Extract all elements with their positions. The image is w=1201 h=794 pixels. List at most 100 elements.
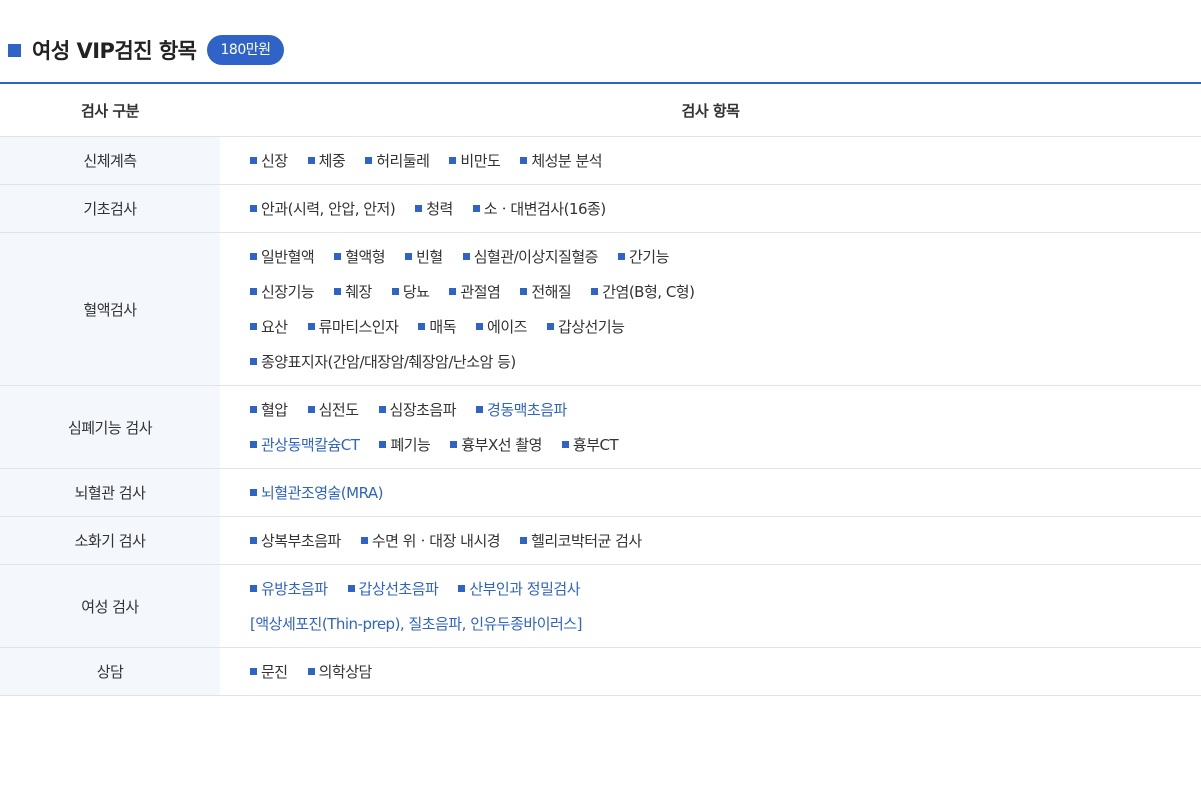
square-bullet-icon — [546, 323, 554, 330]
item-line: 요산 류마티스인자 매독 에이즈 갑상선기능 — [250, 309, 1201, 344]
items-cell: 일반혈액 혈액형 빈혈 심혈관/이상지질혈증 간기능 신장기능 췌장 당뇨 관절염 전해질 간염(B… — [220, 232, 1201, 386]
exam-item-label: 헬리코박터균 검사 — [531, 532, 642, 550]
exam-item: 에이즈 — [476, 316, 527, 337]
title-square-icon — [8, 43, 21, 57]
square-bullet-icon — [591, 288, 599, 295]
exam-item-label: 체성분 분석 — [531, 152, 603, 170]
exam-item: 신장기능 — [250, 281, 315, 302]
exam-item: 유방초음파 — [250, 578, 328, 599]
category-column-header: 검사 구분 — [0, 83, 220, 137]
exam-item: 종양표지자(간암/대장암/췌장암/난소암 등) — [250, 351, 516, 372]
exam-item: 간염(B형, C형) — [591, 281, 695, 302]
exam-item-label: 신장기능 — [261, 283, 315, 301]
item-line: 상복부초음파 수면 위ㆍ대장 내시경 헬리코박터균 검사 — [250, 523, 1201, 558]
exam-item: 의학상담 — [307, 661, 372, 682]
items-cell: 혈압 심전도 심장초음파 경동맥초음파 관상동맥칼슘CT 폐기능 흉부X선 촬영 흉부CT — [220, 385, 1201, 469]
exam-item-label: 류마티스인자 — [318, 318, 399, 336]
table-row: 혈액검사 일반혈액 혈액형 빈혈 심혈관/이상지질혈증 간기능 신장기능 췌장 당뇨 관절염 전해질… — [0, 232, 1201, 386]
exam-item: 매독 — [418, 316, 457, 337]
category-cell: 상담 — [0, 647, 220, 696]
items-column-header: 검사 항목 — [220, 83, 1201, 137]
exam-item-label: 소ㆍ대변검사(16종) — [483, 200, 606, 218]
square-bullet-icon — [250, 157, 257, 164]
exam-items-table: 검사 구분 검사 항목 신체계측 신장 체중 허리둘레 비만도 체성분 분석 기초검사 안과(… — [0, 82, 1201, 696]
square-bullet-icon — [250, 323, 257, 330]
exam-item: 혈액형 — [334, 246, 386, 267]
item-line: 신장 체중 허리둘레 비만도 체성분 분석 — [250, 143, 1201, 178]
exam-item-label: 허리둘레 — [376, 152, 430, 170]
exam-item-label: 매독 — [429, 318, 457, 336]
exam-item-label: 문진 — [261, 663, 288, 681]
exam-item: 요산 — [250, 316, 288, 337]
exam-item: 심전도 — [307, 399, 359, 420]
exam-note: [액상세포진(Thin-prep), 질초음파, 인유두종바이러스] — [250, 615, 582, 633]
square-bullet-icon — [476, 323, 484, 330]
exam-item-label: 신장 — [261, 152, 288, 170]
exam-item: 전해질 — [520, 281, 572, 302]
square-bullet-icon — [391, 288, 399, 295]
item-line: 뇌혈관조영술(MRA) — [250, 475, 1201, 510]
exam-item: 경동맥초음파 — [476, 399, 567, 420]
table-row: 소화기 검사 상복부초음파 수면 위ㆍ대장 내시경 헬리코박터균 검사 — [0, 516, 1201, 565]
square-bullet-icon — [307, 323, 315, 330]
table-row: 상담 문진 의학상담 — [0, 647, 1201, 696]
exam-item-label: 일반혈액 — [261, 248, 315, 266]
items-cell: 뇌혈관조영술(MRA) — [220, 468, 1201, 517]
exam-item: 일반혈액 — [250, 246, 315, 267]
table-row: 심폐기능 검사 혈압 심전도 심장초음파 경동맥초음파 관상동맥칼슘CT 폐기능 흉부X선 촬… — [0, 385, 1201, 469]
exam-item-label: 심장초음파 — [389, 401, 457, 419]
square-bullet-icon — [520, 157, 528, 164]
items-cell: 문진 의학상담 — [220, 647, 1201, 696]
category-cell: 뇌혈관 검사 — [0, 468, 220, 517]
square-bullet-icon — [405, 253, 413, 260]
category-cell: 기초검사 — [0, 184, 220, 233]
exam-item: 문진 — [250, 661, 288, 682]
square-bullet-icon — [307, 157, 315, 164]
exam-item: 심장초음파 — [378, 399, 457, 420]
page-title: 여성 VIP검진 항목 — [32, 39, 197, 63]
exam-item: 혈압 — [250, 399, 288, 420]
square-bullet-icon — [307, 406, 315, 413]
exam-item-label: 간기능 — [628, 248, 669, 266]
square-bullet-icon — [449, 157, 457, 164]
table-row: 신체계측 신장 체중 허리둘레 비만도 체성분 분석 — [0, 136, 1201, 185]
exam-item: 상복부초음파 — [250, 530, 341, 551]
square-bullet-icon — [250, 537, 257, 544]
exam-item: 폐기능 — [379, 434, 431, 455]
exam-item-label: 갑상선기능 — [557, 318, 625, 336]
square-bullet-icon — [250, 288, 257, 295]
square-bullet-icon — [365, 157, 373, 164]
square-bullet-icon — [458, 585, 466, 592]
item-line: 관상동맥칼슘CT 폐기능 흉부X선 촬영 흉부CT — [250, 427, 1201, 462]
exam-item-label: 심혈관/이상지질혈증 — [473, 248, 599, 266]
exam-item: 헬리코박터균 검사 — [520, 530, 642, 551]
square-bullet-icon — [418, 323, 426, 330]
category-cell: 신체계측 — [0, 136, 220, 185]
exam-item-label: 종양표지자(간암/대장암/췌장암/난소암 등) — [261, 353, 516, 371]
exam-item: 산부인과 정밀검사 — [458, 578, 580, 599]
exam-item-label: 심전도 — [318, 401, 359, 419]
square-bullet-icon — [450, 441, 458, 448]
table-row: 뇌혈관 검사 뇌혈관조영술(MRA) — [0, 468, 1201, 517]
exam-item: 체성분 분석 — [520, 150, 603, 171]
exam-item: 뇌혈관조영술(MRA) — [250, 482, 384, 503]
square-bullet-icon — [334, 253, 342, 260]
item-line: 혈압 심전도 심장초음파 경동맥초음파 — [250, 392, 1201, 427]
exam-item-label: 수면 위ㆍ대장 내시경 — [371, 532, 501, 550]
exam-item-label: 폐기능 — [390, 436, 431, 454]
exam-item: 흉부CT — [561, 434, 619, 455]
item-line: 유방초음파 갑상선초음파 산부인과 정밀검사 — [250, 571, 1201, 606]
exam-item: 체중 — [307, 150, 346, 171]
price-badge: 180만원 — [206, 35, 285, 65]
exam-item-label: 흉부X선 촬영 — [461, 436, 542, 454]
exam-item: 갑상선초음파 — [347, 578, 439, 599]
items-cell: 유방초음파 갑상선초음파 산부인과 정밀검사 [액상세포진(Thin-prep), 질… — [220, 564, 1201, 648]
category-cell: 여성 검사 — [0, 564, 220, 648]
exam-item: 당뇨 — [391, 281, 430, 302]
square-bullet-icon — [250, 441, 257, 448]
exam-item-label: 혈압 — [261, 401, 288, 419]
items-cell: 안과(시력, 안압, 안저) 청력 소ㆍ대변검사(16종) — [220, 184, 1201, 233]
exam-item-label: 갑상선초음파 — [358, 580, 439, 598]
exam-item: 수면 위ㆍ대장 내시경 — [360, 530, 501, 551]
note-line: [액상세포진(Thin-prep), 질초음파, 인유두종바이러스] — [250, 606, 1201, 641]
